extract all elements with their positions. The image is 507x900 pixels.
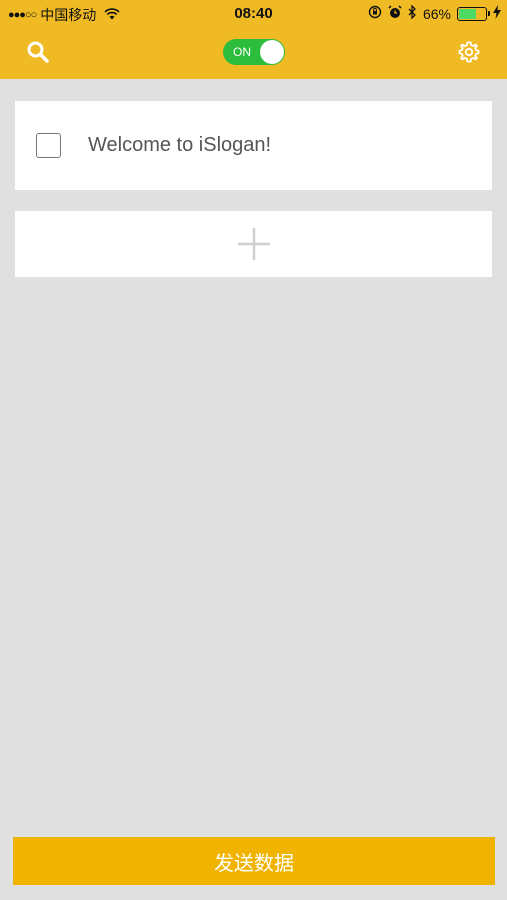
on-off-toggle[interactable]: ON (223, 39, 285, 65)
toggle-knob (260, 40, 284, 64)
battery-tip (488, 10, 490, 16)
plus-icon (238, 228, 270, 260)
settings-button[interactable] (455, 38, 483, 66)
item-checkbox[interactable] (36, 133, 61, 158)
battery-percentage: 66% (422, 5, 451, 22)
search-icon (27, 41, 49, 63)
add-item-button[interactable] (15, 211, 492, 277)
search-button[interactable] (24, 38, 52, 66)
status-right: 66% (368, 4, 501, 22)
orientation-lock-icon (368, 5, 382, 22)
alarm-icon (388, 5, 402, 22)
battery-fill (459, 8, 477, 19)
status-bar: ●●●○○ 中国移动 08:40 66% (0, 0, 507, 28)
battery-icon (457, 6, 490, 21)
item-text: Welcome to iSlogan! (88, 134, 272, 156)
send-data-button[interactable]: 发送数据 (13, 837, 495, 885)
app-header: ●●●○○ 中国移动 08:40 66% ON (0, 0, 507, 79)
gear-icon (458, 41, 480, 63)
list-item[interactable]: Welcome to iSlogan! (15, 101, 492, 190)
charging-icon (493, 5, 501, 22)
toggle-label: ON (233, 45, 251, 59)
bluetooth-icon (408, 4, 417, 22)
